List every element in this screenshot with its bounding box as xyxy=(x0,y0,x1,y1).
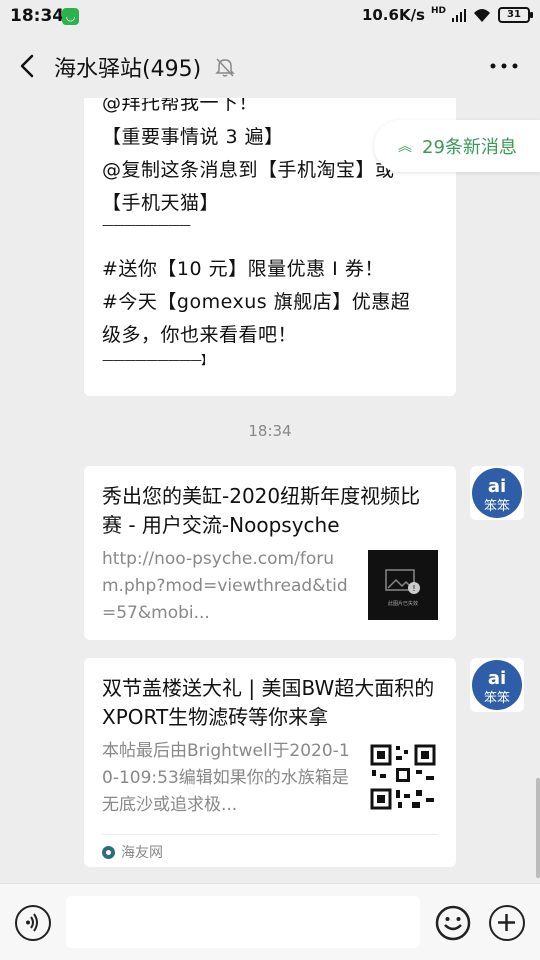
message-line: #送你【10 元】限量优惠 I 券！ xyxy=(102,258,384,280)
message-line: #今天【gomexus 旗舰店】优惠超 xyxy=(102,291,411,313)
input-bar xyxy=(0,883,540,960)
network-speed: 10.6K/s xyxy=(361,6,425,24)
double-chevron-up-icon: ︽ xyxy=(398,139,412,155)
card-title: 秀出您的美缸-2020纽斯年度视频比赛 - 用户交流-Noopsyche xyxy=(102,484,421,537)
message-line: @拜托帮我一下！ xyxy=(102,98,259,114)
chat-area[interactable]: @拜托帮我一下！ 【重要事情说 3 遍】 @复制这条消息到【手机淘宝】或 【手机… xyxy=(0,98,540,883)
notification-app-icon: ◡ xyxy=(62,8,79,25)
more-functions-button[interactable] xyxy=(489,905,525,941)
message-line: 级多，你也来看看吧！ xyxy=(102,324,298,346)
network-type: HD xyxy=(430,6,446,16)
battery-icon: 31 xyxy=(498,7,533,23)
new-messages-label: 29条新消息 xyxy=(422,137,517,158)
card-source: 海友网 xyxy=(102,842,163,862)
card-thumbnail xyxy=(368,742,438,812)
source-logo-icon xyxy=(102,845,115,859)
emoji-button[interactable] xyxy=(435,905,471,941)
card-divider xyxy=(102,834,438,835)
svg-text:ai: ai xyxy=(488,668,506,689)
card-description: http://noo-psyche.com/forum.php?mod=view… xyxy=(102,549,348,623)
svg-text:笨笨: 笨笨 xyxy=(484,690,510,706)
status-time: 18:34 xyxy=(10,6,65,26)
chat-title: 海水驿站(495) xyxy=(54,57,202,82)
status-bar: 18:34 ◡ 10.6K/s HD 31 xyxy=(0,0,540,34)
thumbnail-caption: 此图片已失效 xyxy=(387,601,418,607)
title-bar: 海水驿站(495) xyxy=(0,34,540,98)
voice-button[interactable] xyxy=(15,905,51,941)
svg-text:笨笨: 笨笨 xyxy=(484,498,510,514)
avatar[interactable]: ai 笨笨 xyxy=(470,658,524,712)
message-timestamp: 18:34 xyxy=(248,422,292,440)
link-card[interactable]: 双节盖楼送大礼 | 美国BW超大面积的XPORT生物滤砖等你来拿 本帖最后由Br… xyxy=(84,658,456,867)
bell-off-icon xyxy=(215,58,235,77)
avatar[interactable]: ai 笨笨 xyxy=(470,466,524,520)
message-line: 【手机天猫】 xyxy=(102,192,220,214)
message-line: @复制这条消息到【手机淘宝】或 xyxy=(102,159,395,181)
status-indicators: 10.6K/s HD 31 xyxy=(361,6,533,24)
more-icon xyxy=(490,63,518,69)
avatar-logo-icon: ai 笨笨 xyxy=(472,468,522,518)
emoji-icon xyxy=(435,905,471,941)
card-title: 双节盖楼送大礼 | 美国BW超大面积的XPORT生物滤砖等你来拿 xyxy=(102,676,435,729)
message-line: 【重要事情说 3 遍】 xyxy=(102,126,284,148)
new-messages-button[interactable]: ︽ 29条新消息 xyxy=(374,120,540,172)
back-button[interactable] xyxy=(14,50,44,82)
message-line: ———————— xyxy=(102,218,191,232)
card-thumbnail: ! 此图片已失效 xyxy=(368,550,438,620)
avatar-logo-icon: ai 笨笨 xyxy=(472,660,522,710)
more-button[interactable] xyxy=(486,52,522,80)
plus-icon xyxy=(498,914,515,931)
wifi-icon xyxy=(474,9,490,22)
svg-text:!: ! xyxy=(412,584,415,593)
voice-icon xyxy=(26,913,38,932)
broken-image-icon: ! xyxy=(385,569,420,594)
signal-icon xyxy=(452,9,466,22)
chevron-left-icon xyxy=(20,54,34,78)
link-card[interactable]: 秀出您的美缸-2020纽斯年度视频比赛 - 用户交流-Noopsyche htt… xyxy=(84,466,456,640)
source-label: 海友网 xyxy=(121,845,163,861)
qr-code-icon xyxy=(370,744,436,810)
message-input[interactable] xyxy=(66,896,420,948)
svg-text:ai: ai xyxy=(488,476,506,497)
message-line: —————————】 xyxy=(102,353,213,367)
scrollbar[interactable] xyxy=(536,778,540,878)
card-description: 本帖最后由Brightwell于2020-10-109:53编辑如果你的水族箱是… xyxy=(102,741,350,815)
